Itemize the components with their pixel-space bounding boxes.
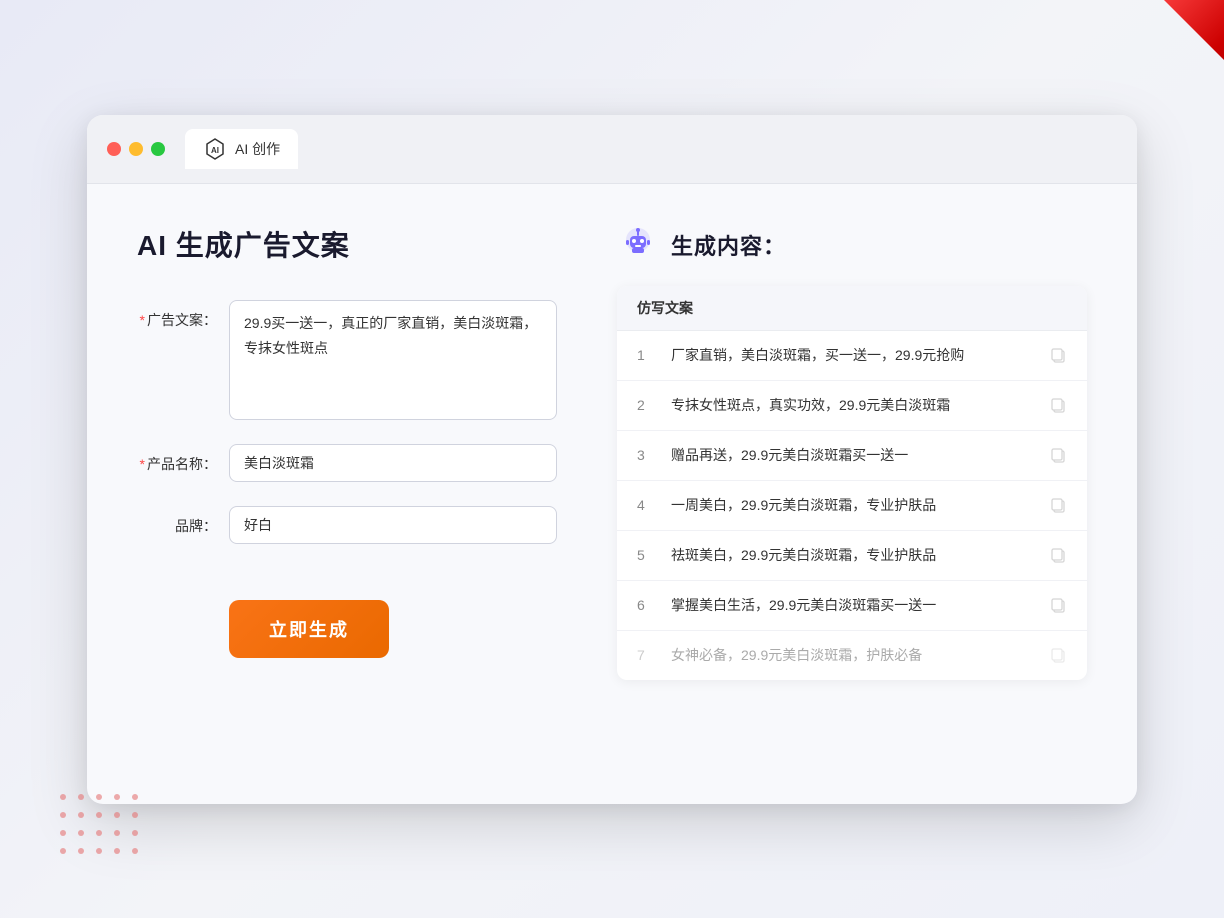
maximize-button[interactable] (151, 142, 165, 156)
ai-tab-icon: AI (203, 137, 227, 161)
copy-icon[interactable] (1049, 396, 1067, 414)
content-area: AI 生成广告文案 *广告文案： 29.9买一送一，真正的厂家直销，美白淡斑霜，… (87, 184, 1137, 804)
row-number: 2 (637, 397, 657, 413)
result-header: 生成内容： (617, 224, 1087, 266)
table-row: 7 女神必备，29.9元美白淡斑霜，护肤必备 (617, 631, 1087, 680)
result-table: 仿写文案 1 厂家直销，美白淡斑霜，买一送一，29.9元抢购 2 专抹女性斑点，… (617, 286, 1087, 680)
ad-copy-required: * (140, 312, 145, 328)
row-number: 4 (637, 497, 657, 513)
window-controls (107, 142, 165, 156)
product-name-required: * (140, 456, 145, 472)
row-text: 赠品再送，29.9元美白淡斑霜买一送一 (671, 445, 1035, 466)
row-text: 祛斑美白，29.9元美白淡斑霜，专业护肤品 (671, 545, 1035, 566)
copy-icon[interactable] (1049, 496, 1067, 514)
product-name-group: *产品名称： (137, 444, 557, 482)
tab-label: AI 创作 (235, 139, 280, 159)
row-text: 掌握美白生活，29.9元美白淡斑霜买一送一 (671, 595, 1035, 616)
copy-icon[interactable] (1049, 546, 1067, 564)
row-text: 一周美白，29.9元美白淡斑霜，专业护肤品 (671, 495, 1035, 516)
copy-icon[interactable] (1049, 446, 1067, 464)
brand-input[interactable] (229, 506, 557, 544)
result-title: 生成内容： (671, 229, 786, 261)
copy-icon[interactable] (1049, 346, 1067, 364)
row-text: 厂家直销，美白淡斑霜，买一送一，29.9元抢购 (671, 345, 1035, 366)
robot-icon (617, 224, 659, 266)
row-number: 3 (637, 447, 657, 463)
ai-tab[interactable]: AI AI 创作 (185, 129, 298, 169)
dot-decoration (60, 794, 142, 858)
title-bar: AI AI 创作 (87, 115, 1137, 184)
svg-text:AI: AI (211, 146, 219, 155)
ad-copy-group: *广告文案： 29.9买一送一，真正的厂家直销，美白淡斑霜，专抹女性斑点 (137, 300, 557, 420)
product-name-input[interactable] (229, 444, 557, 482)
table-row: 4 一周美白，29.9元美白淡斑霜，专业护肤品 (617, 481, 1087, 531)
copy-icon[interactable] (1049, 596, 1067, 614)
right-panel: 生成内容： 仿写文案 1 厂家直销，美白淡斑霜，买一送一，29.9元抢购 2 专… (617, 224, 1087, 764)
browser-window: AI AI 创作 AI 生成广告文案 *广告文案： 29.9买一送一，真正的厂家… (87, 115, 1137, 804)
table-row: 2 专抹女性斑点，真实功效，29.9元美白淡斑霜 (617, 381, 1087, 431)
row-number: 1 (637, 347, 657, 363)
brand-label: 品牌： (137, 506, 217, 536)
row-number: 7 (637, 647, 657, 663)
table-row: 3 赠品再送，29.9元美白淡斑霜买一送一 (617, 431, 1087, 481)
ad-copy-input[interactable]: 29.9买一送一，真正的厂家直销，美白淡斑霜，专抹女性斑点 (229, 300, 557, 420)
table-row: 5 祛斑美白，29.9元美白淡斑霜，专业护肤品 (617, 531, 1087, 581)
table-row: 1 厂家直销，美白淡斑霜，买一送一，29.9元抢购 (617, 331, 1087, 381)
table-header: 仿写文案 (617, 286, 1087, 331)
brand-group: 品牌： (137, 506, 557, 544)
product-name-label: *产品名称： (137, 444, 217, 474)
minimize-button[interactable] (129, 142, 143, 156)
row-text: 女神必备，29.9元美白淡斑霜，护肤必备 (671, 645, 1035, 666)
row-text: 专抹女性斑点，真实功效，29.9元美白淡斑霜 (671, 395, 1035, 416)
row-number: 5 (637, 547, 657, 563)
submit-button[interactable]: 立即生成 (229, 600, 389, 658)
row-number: 6 (637, 597, 657, 613)
table-row: 6 掌握美白生活，29.9元美白淡斑霜买一送一 (617, 581, 1087, 631)
left-panel: AI 生成广告文案 *广告文案： 29.9买一送一，真正的厂家直销，美白淡斑霜，… (137, 224, 557, 764)
page-title: AI 生成广告文案 (137, 224, 557, 264)
ad-copy-label: *广告文案： (137, 300, 217, 330)
copy-icon[interactable] (1049, 646, 1067, 664)
close-button[interactable] (107, 142, 121, 156)
